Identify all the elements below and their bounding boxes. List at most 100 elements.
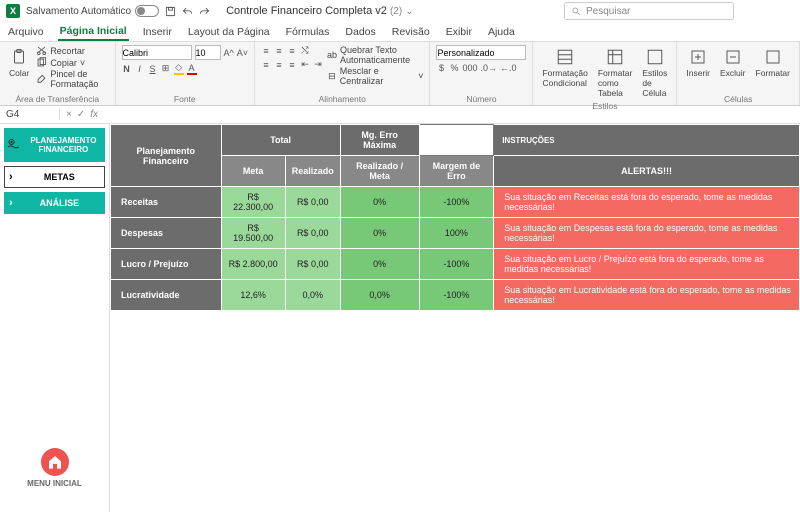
- decrease-decimal-icon[interactable]: ←.0: [500, 63, 517, 73]
- nav-metas[interactable]: ›METAS: [4, 166, 105, 188]
- cut-button[interactable]: Recortar: [36, 45, 108, 56]
- table-row: Despesas R$ 19.500,00 R$ 0,00 0% 100% Su…: [111, 218, 800, 249]
- tab-layout[interactable]: Layout da Página: [186, 24, 272, 40]
- delete-cells-button[interactable]: Excluir: [717, 45, 749, 80]
- table-row: Lucratividade 12,6% 0,0% 0,0% -100% Sua …: [111, 280, 800, 311]
- align-middle-icon[interactable]: ≡: [274, 46, 284, 56]
- group-number-label: Número: [436, 93, 526, 104]
- group-clipboard: Colar Recortar Copiar ˅ Pincel de Format…: [0, 42, 116, 105]
- name-box[interactable]: G4: [0, 109, 60, 120]
- chevron-right-icon: ›: [9, 171, 13, 183]
- document-suffix: (2): [390, 6, 402, 17]
- tab-formulas[interactable]: Fórmulas: [284, 24, 332, 40]
- chevron-down-icon[interactable]: ⌄: [405, 6, 413, 17]
- search-box[interactable]: Pesquisar: [564, 2, 734, 20]
- font-name-select[interactable]: [122, 45, 192, 60]
- header-instr: INSTRUÇÕES: [494, 125, 800, 156]
- group-font: A^ A˅ N I S ⊞ ◇ A Fonte: [116, 42, 256, 105]
- tab-exibir[interactable]: Exibir: [444, 24, 474, 40]
- brush-icon: [36, 74, 47, 85]
- tab-pagina-inicial[interactable]: Página Inicial: [58, 23, 129, 41]
- align-center-icon[interactable]: ≡: [274, 60, 284, 70]
- sheet-area[interactable]: Planejamento Financeiro Total Mg. Erro M…: [110, 124, 800, 512]
- conditional-format-button[interactable]: Formatação Condicional: [539, 45, 590, 90]
- wrap-text-button[interactable]: abQuebrar Texto Automaticamente: [327, 45, 423, 65]
- autosave-label: Salvamento Automático: [26, 6, 131, 17]
- font-size-select[interactable]: [195, 45, 221, 60]
- home-icon: [41, 448, 69, 476]
- increase-font-icon[interactable]: A^: [224, 48, 234, 58]
- indent-increase-icon[interactable]: ⇥: [313, 59, 323, 70]
- document-title: Controle Financeiro Completa v2 (2) ⌄: [226, 5, 414, 17]
- ribbon: Colar Recortar Copiar ˅ Pincel de Format…: [0, 42, 800, 106]
- cell-styles-button[interactable]: Estilos de Célula: [639, 45, 670, 100]
- sidebar-title: PLANEJAMENTO FINANCEIRO: [24, 136, 103, 154]
- autosave: Salvamento Automático: [26, 5, 159, 17]
- indent-decrease-icon[interactable]: ⇤: [300, 59, 310, 70]
- insert-cells-button[interactable]: Inserir: [683, 45, 713, 80]
- group-clipboard-label: Área de Transferência: [6, 93, 109, 104]
- align-right-icon[interactable]: ≡: [287, 60, 297, 70]
- align-top-icon[interactable]: ≡: [261, 46, 271, 56]
- tab-arquivo[interactable]: Arquivo: [6, 24, 46, 40]
- fx-icon[interactable]: fx: [90, 109, 98, 120]
- decrease-font-icon[interactable]: A˅: [237, 48, 248, 58]
- align-left-icon[interactable]: ≡: [261, 60, 271, 70]
- fill-color-button[interactable]: ◇: [174, 62, 184, 75]
- tab-revisao[interactable]: Revisão: [390, 24, 432, 40]
- formula-bar: G4 × ✓ fx: [0, 106, 800, 124]
- orientation-icon[interactable]: ⤭: [300, 45, 310, 56]
- group-cells: Inserir Excluir Formatar Células: [677, 42, 800, 105]
- border-button[interactable]: ⊞: [161, 63, 171, 74]
- paste-button[interactable]: Colar: [6, 45, 32, 80]
- group-number: $ % 000 .0→ ←.0 Número: [430, 42, 533, 105]
- col-ratio: Realizado / Meta: [340, 156, 419, 187]
- number-format-select[interactable]: [436, 45, 526, 60]
- confirm-formula-icon[interactable]: ✓: [77, 109, 85, 120]
- increase-decimal-icon[interactable]: .0→: [481, 63, 498, 73]
- formula-input[interactable]: [103, 109, 794, 120]
- table-corner: Planejamento Financeiro: [111, 125, 222, 187]
- percent-icon[interactable]: %: [449, 63, 459, 73]
- redo-icon[interactable]: [199, 6, 210, 17]
- currency-icon[interactable]: $: [436, 63, 446, 73]
- home-label: MENU INICIAL: [27, 479, 82, 488]
- merge-icon: ⊟: [327, 71, 337, 82]
- save-icon[interactable]: [165, 6, 176, 17]
- italic-button[interactable]: I: [135, 64, 145, 74]
- format-painter-button[interactable]: Pincel de Formatação: [36, 69, 108, 89]
- align-bottom-icon[interactable]: ≡: [287, 46, 297, 56]
- titlebar: X Salvamento Automático Controle Finance…: [0, 0, 800, 22]
- col-meta: Meta: [221, 156, 285, 187]
- tab-dados[interactable]: Dados: [343, 24, 377, 40]
- underline-button[interactable]: S: [148, 64, 158, 74]
- format-table-button[interactable]: Formatar como Tabela: [595, 45, 635, 100]
- col-margin: Margem de Erro: [419, 156, 494, 187]
- maxerr-input-cell[interactable]: [419, 125, 494, 156]
- search-placeholder: Pesquisar: [586, 6, 630, 17]
- nav-analise[interactable]: ›ANÁLISE: [4, 192, 105, 214]
- home-nav[interactable]: MENU INICIAL: [4, 448, 105, 508]
- tab-inserir[interactable]: Inserir: [141, 24, 174, 40]
- comma-icon[interactable]: 000: [462, 63, 477, 73]
- finance-table: Planejamento Financeiro Total Mg. Erro M…: [110, 124, 800, 311]
- group-alignment: ≡≡≡ ⤭ ≡≡≡ ⇤⇥ abQuebrar Texto Automaticam…: [255, 42, 430, 105]
- header-alerts: ALERTAS!!!: [494, 156, 800, 187]
- font-color-button[interactable]: A: [187, 63, 197, 75]
- sidebar-header: PLANEJAMENTO FINANCEIRO: [4, 128, 105, 162]
- bold-button[interactable]: N: [122, 64, 132, 74]
- cancel-formula-icon[interactable]: ×: [66, 109, 72, 120]
- chevron-right-icon: ›: [9, 197, 13, 209]
- undo-icon[interactable]: [182, 6, 193, 17]
- autosave-toggle[interactable]: [135, 5, 159, 17]
- document-name: Controle Financeiro Completa v2: [226, 5, 387, 17]
- merge-button[interactable]: ⊟Mesclar e Centralizar ˅: [327, 66, 423, 86]
- workspace: PLANEJAMENTO FINANCEIRO ›METAS ›ANÁLISE …: [0, 124, 800, 512]
- menubar: Arquivo Página Inicial Inserir Layout da…: [0, 22, 800, 42]
- tab-ajuda[interactable]: Ajuda: [486, 24, 517, 40]
- copy-button[interactable]: Copiar ˅: [36, 57, 108, 68]
- finance-icon: [6, 134, 21, 156]
- search-icon: [571, 6, 581, 16]
- format-cells-button[interactable]: Formatar: [753, 45, 793, 80]
- copy-icon: [36, 57, 47, 68]
